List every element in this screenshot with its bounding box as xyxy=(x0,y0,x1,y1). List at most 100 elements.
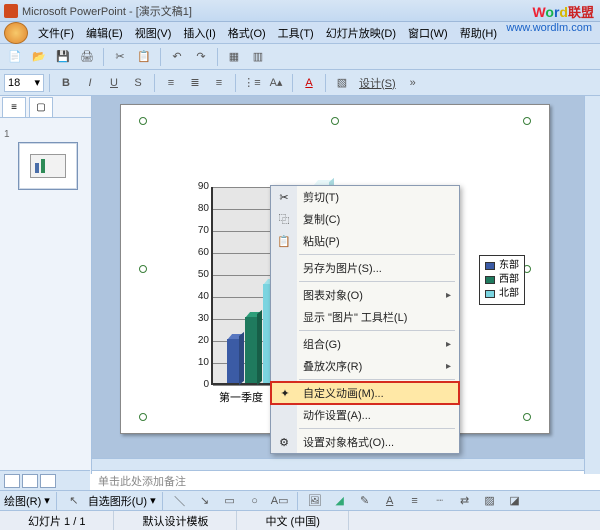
notes-placeholder: 单击此处添加备注 xyxy=(98,476,186,488)
y-tick: 30 xyxy=(193,313,209,324)
animation-icon: ✦ xyxy=(277,385,293,401)
rectangle-button[interactable]: ▭ xyxy=(219,491,241,511)
thumb-number: 1 xyxy=(4,129,10,140)
scissors-icon: ✂ xyxy=(276,189,292,205)
font-color-button[interactable]: A xyxy=(298,73,320,93)
menu-tools[interactable]: 工具(T) xyxy=(272,25,320,41)
chart-bar-西部 xyxy=(245,317,257,383)
design-link[interactable]: 设计(S) xyxy=(355,75,400,91)
y-tick: 20 xyxy=(193,335,209,346)
slide-thumbnail[interactable] xyxy=(18,142,78,190)
arrow-style-button[interactable]: ⇄ xyxy=(454,491,476,511)
y-tick: 70 xyxy=(193,225,209,236)
open-button[interactable]: 📂 xyxy=(28,47,50,67)
vertical-scrollbar[interactable] xyxy=(584,96,600,474)
cut-button[interactable]: ✂ xyxy=(109,47,131,67)
align-center-button[interactable]: ≣ xyxy=(184,73,206,93)
selection-handle[interactable] xyxy=(523,413,531,421)
office-button[interactable] xyxy=(4,22,28,44)
new-button[interactable]: 📄 xyxy=(4,47,26,67)
y-tick: 0 xyxy=(193,379,209,390)
sorter-view-button[interactable] xyxy=(22,474,38,488)
3d-style-button[interactable]: ◪ xyxy=(504,491,526,511)
increase-font-button[interactable]: A▴ xyxy=(265,73,287,93)
arrow-button[interactable]: ↘ xyxy=(194,491,216,511)
paste-icon: 📋 xyxy=(276,233,292,249)
selection-handle[interactable] xyxy=(331,117,339,125)
shadow-style-button[interactable]: ▨ xyxy=(479,491,501,511)
cm-show-picture-toolbar[interactable]: 显示 "图片" 工具栏(L) xyxy=(271,306,459,328)
menu-format[interactable]: 格式(O) xyxy=(222,25,272,41)
y-tick: 40 xyxy=(193,291,209,302)
cm-save-as-picture[interactable]: 另存为图片(S)... xyxy=(271,257,459,279)
cm-action-settings[interactable]: 动作设置(A)... xyxy=(271,404,459,426)
italic-button[interactable]: I xyxy=(79,73,101,93)
toolbar-more[interactable]: » xyxy=(402,73,424,93)
paste-button[interactable]: 📋 xyxy=(133,47,155,67)
selection-handle[interactable] xyxy=(139,265,147,273)
menu-slideshow[interactable]: 幻灯片放映(D) xyxy=(320,25,402,41)
table-button[interactable]: ▥ xyxy=(247,47,269,67)
cm-paste[interactable]: 📋粘贴(P) xyxy=(271,230,459,252)
fill-color-button[interactable]: ◢ xyxy=(329,491,351,511)
y-tick: 90 xyxy=(193,181,209,192)
menu-edit[interactable]: 编辑(E) xyxy=(80,25,129,41)
cm-copy[interactable]: ⿻复制(C) xyxy=(271,208,459,230)
line-button[interactable]: ＼ xyxy=(169,491,191,511)
status-slide: 幻灯片 1 / 1 xyxy=(0,511,114,530)
cm-format-object[interactable]: ⚙设置对象格式(O)... xyxy=(271,431,459,453)
selection-handle[interactable] xyxy=(523,117,531,125)
insert-picture-button[interactable]: 🖼 xyxy=(304,491,326,511)
underline-button[interactable]: U xyxy=(103,73,125,93)
menu-view[interactable]: 视图(V) xyxy=(129,25,178,41)
menu-help[interactable]: 帮助(H) xyxy=(454,25,503,41)
font-size-input[interactable]: 18▾ xyxy=(4,74,44,92)
font-color-button[interactable]: A xyxy=(379,491,401,511)
cm-cut[interactable]: ✂剪切(T) xyxy=(271,186,459,208)
draw-menu[interactable]: 绘图(R) xyxy=(4,493,41,509)
line-style-button[interactable]: ≡ xyxy=(404,491,426,511)
shadow-button[interactable]: S xyxy=(127,73,149,93)
status-template: 默认设计模板 xyxy=(114,511,237,530)
normal-view-button[interactable] xyxy=(4,474,20,488)
legend-swatch-north xyxy=(485,290,495,298)
cm-custom-animation[interactable]: ✦自定义动画(M)... xyxy=(271,382,459,404)
y-tick: 80 xyxy=(193,203,209,214)
slides-tab[interactable]: ▢ xyxy=(29,97,53,117)
dash-style-button[interactable]: ┈ xyxy=(429,491,451,511)
cm-group[interactable]: 组合(G) xyxy=(271,333,459,355)
design-icon[interactable]: ▧ xyxy=(331,73,353,93)
legend-west: 西部 xyxy=(499,273,519,287)
autoshapes-menu[interactable]: 自选图形(U) xyxy=(88,493,147,509)
align-left-button[interactable]: ≡ xyxy=(160,73,182,93)
bullets-button[interactable]: ⋮≡ xyxy=(241,73,263,93)
oval-button[interactable]: ○ xyxy=(244,491,266,511)
chart-button[interactable]: ▦ xyxy=(223,47,245,67)
menu-window[interactable]: 窗口(W) xyxy=(402,25,454,41)
selection-handle[interactable] xyxy=(139,413,147,421)
print-button[interactable]: 🖨 xyxy=(76,47,98,67)
redo-button[interactable]: ↷ xyxy=(190,47,212,67)
menu-file[interactable]: 文件(F) xyxy=(32,25,80,41)
cm-chart-object[interactable]: 图表对象(O) xyxy=(271,284,459,306)
notes-pane[interactable]: 单击此处添加备注 xyxy=(92,470,584,490)
slideshow-view-button[interactable] xyxy=(40,474,56,488)
align-right-button[interactable]: ≡ xyxy=(208,73,230,93)
chart-bar-东部 xyxy=(227,339,239,383)
undo-button[interactable]: ↶ xyxy=(166,47,188,67)
legend-east: 东部 xyxy=(499,259,519,273)
cm-order[interactable]: 叠放次序(R) xyxy=(271,355,459,377)
title-bar: Microsoft PowerPoint - [演示文稿1] xyxy=(0,0,600,22)
y-tick: 10 xyxy=(193,357,209,368)
save-button[interactable]: 💾 xyxy=(52,47,74,67)
textbox-button[interactable]: A▭ xyxy=(269,491,291,511)
select-arrow-button[interactable]: ↖ xyxy=(63,491,85,511)
legend-north: 北部 xyxy=(499,287,519,301)
outline-tab[interactable]: ≡ xyxy=(2,97,26,117)
y-tick: 60 xyxy=(193,247,209,258)
thumb-chart-preview xyxy=(30,154,66,178)
selection-handle[interactable] xyxy=(139,117,147,125)
line-color-button[interactable]: ✎ xyxy=(354,491,376,511)
bold-button[interactable]: B xyxy=(55,73,77,93)
menu-insert[interactable]: 插入(I) xyxy=(177,25,221,41)
